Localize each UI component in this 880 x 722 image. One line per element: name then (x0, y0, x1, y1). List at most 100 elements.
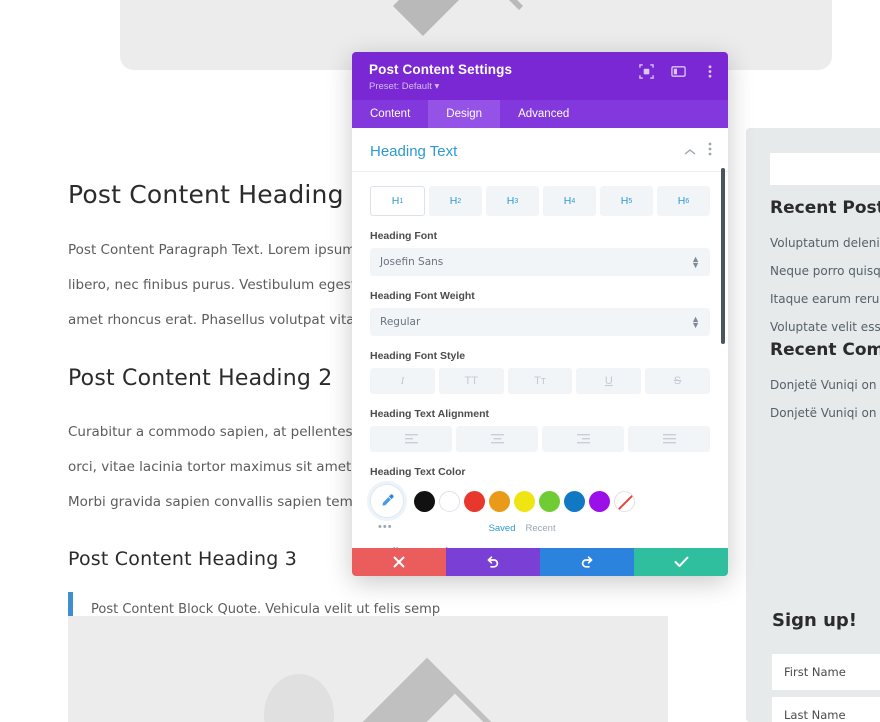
recent-post-link[interactable]: Itaque earum rerum hic (770, 292, 880, 306)
heading-font-select[interactable]: Josefin Sans ▲ ▼ (370, 248, 710, 276)
heading-font-style-buttons: I TT Tᴛ U S (370, 368, 710, 394)
modal-action-bar (352, 548, 728, 576)
swatch-white[interactable] (439, 490, 460, 512)
modal-title: Post Content Settings (369, 62, 513, 77)
heading-text-section-header[interactable]: Heading Text (352, 128, 728, 172)
h2-label: H (449, 195, 458, 207)
h1-sub: 1 (399, 197, 404, 205)
focus-icon[interactable] (638, 63, 654, 79)
underline-button[interactable]: U (576, 368, 642, 394)
heading-text-alignment-buttons (370, 426, 710, 452)
align-right-icon[interactable] (542, 426, 624, 452)
eyedropper-icon[interactable] (370, 484, 404, 518)
mountain-icon (350, 657, 504, 722)
h6-sub: 6 (685, 197, 690, 205)
undo-icon (487, 556, 499, 568)
heading-text-alignment-label: Heading Text Alignment (370, 408, 490, 420)
heading-font-weight-value: Regular (380, 316, 421, 328)
first-name-placeholder: First Name (784, 665, 846, 679)
h4-sub: 4 (571, 197, 576, 205)
checkmark-icon (674, 556, 688, 567)
recent-comment-link[interactable]: Donjetë Vuniqi on Volup (770, 406, 880, 420)
align-left-icon[interactable] (370, 426, 452, 452)
h1-label: H (391, 195, 400, 207)
recent-comments-title: Recent Comme (770, 340, 880, 360)
recent-comment-link[interactable]: Donjetë Vuniqi on Volup (770, 378, 880, 392)
h5-sub: 5 (628, 197, 633, 205)
h3-sub: 3 (514, 197, 519, 205)
modal-tabs: Content Design Advanced (352, 100, 728, 128)
swatch-purple[interactable] (589, 490, 610, 512)
italic-button[interactable]: I (370, 368, 435, 394)
tab-design[interactable]: Design (428, 100, 501, 128)
heading-level-h2[interactable]: H2 (429, 186, 482, 216)
recent-post-link[interactable]: Neque porro quisquam (770, 264, 880, 278)
bottom-placeholder-image (68, 616, 668, 722)
heading-level-h6[interactable]: H6 (657, 186, 710, 216)
uppercase-button[interactable]: TT (438, 368, 504, 394)
more-vertical-icon[interactable] (708, 142, 712, 161)
swatch-black[interactable] (414, 490, 435, 512)
layout-icon[interactable] (670, 63, 686, 79)
align-justify-icon[interactable] (628, 426, 710, 452)
tab-content[interactable]: Content (352, 100, 428, 128)
save-button[interactable] (634, 548, 728, 576)
swatch-orange[interactable] (489, 490, 510, 512)
heading-level-h5[interactable]: H5 (600, 186, 653, 216)
strikethrough-button[interactable]: S (645, 368, 710, 394)
cancel-button[interactable] (352, 548, 446, 576)
preset-selector[interactable]: Preset: Default ▾ (369, 81, 439, 92)
modal-header: Post Content Settings Preset: Default ▾ (352, 52, 728, 100)
swatch-none[interactable] (614, 490, 635, 512)
heading-font-weight-select[interactable]: Regular ▲ ▼ (370, 308, 710, 336)
undo-button[interactable] (446, 548, 540, 576)
signup-widget: Sign up! First Name Last Name Email Subs… (754, 592, 880, 722)
modal-header-icons (638, 63, 718, 79)
first-name-field[interactable]: First Name (772, 654, 880, 690)
recent-post-link[interactable]: Voluptatum deleniti atq (770, 236, 880, 250)
heading-font-style-label: Heading Font Style (370, 350, 466, 362)
redo-icon (581, 556, 593, 568)
heading-font-value: Josefin Sans (380, 256, 444, 268)
small-caps-button[interactable]: Tᴛ (507, 368, 573, 394)
h4-label: H (563, 195, 572, 207)
chevron-up-icon[interactable] (684, 143, 696, 161)
swatch-green[interactable] (539, 490, 560, 512)
swatch-blue[interactable] (564, 490, 585, 512)
section-title: Heading Text (370, 143, 458, 160)
modal-scrollbar[interactable] (721, 168, 725, 344)
last-name-placeholder: Last Name (784, 708, 846, 722)
recent-post-link[interactable]: Voluptate velit esse quo (770, 320, 880, 334)
align-center-icon[interactable] (456, 426, 538, 452)
close-icon (393, 556, 405, 568)
sidebar-search-input[interactable] (770, 153, 880, 185)
more-colors-icon[interactable]: ••• (378, 521, 393, 533)
modal-body: Heading Text H1 H2 H 3 H 4 H 5 H 6 Headi… (352, 128, 728, 548)
heading-font-weight-label: Heading Font Weight (370, 290, 475, 302)
heading-level-h4[interactable]: H4 (543, 186, 596, 216)
redo-button[interactable] (540, 548, 634, 576)
select-arrows-icon: ▲ ▼ (691, 314, 700, 330)
color-swatch-row (370, 484, 710, 518)
heading-font-label: Heading Font (370, 230, 438, 242)
swatch-red[interactable] (464, 490, 485, 512)
recent-colors-tab[interactable]: Recent (526, 523, 556, 534)
more-vertical-icon[interactable] (702, 63, 718, 79)
sun-icon (264, 674, 334, 722)
heading-level-h3[interactable]: H3 (486, 186, 539, 216)
swatch-yellow[interactable] (514, 490, 535, 512)
app-root: Post Content Heading 1 Post Content Para… (0, 0, 880, 722)
post-content-settings-modal: Post Content Settings Preset: Default ▾ (352, 52, 728, 576)
heading-text-color-label: Heading Text Color (370, 466, 466, 478)
h6-label: H (677, 195, 686, 207)
heading-level-tabs: H1 H2 H3 H4 H5 H6 (370, 186, 710, 216)
recent-posts-title: Recent Posts (770, 198, 880, 218)
h5-label: H (620, 195, 629, 207)
select-arrows-icon: ▲ ▼ (691, 254, 700, 270)
h3-label: H (506, 195, 515, 207)
saved-colors-tab[interactable]: Saved (489, 523, 516, 534)
last-name-field[interactable]: Last Name (772, 697, 880, 722)
color-tabs: Saved Recent (489, 523, 556, 534)
tab-advanced[interactable]: Advanced (500, 100, 587, 128)
heading-level-h1[interactable]: H1 (370, 186, 425, 216)
